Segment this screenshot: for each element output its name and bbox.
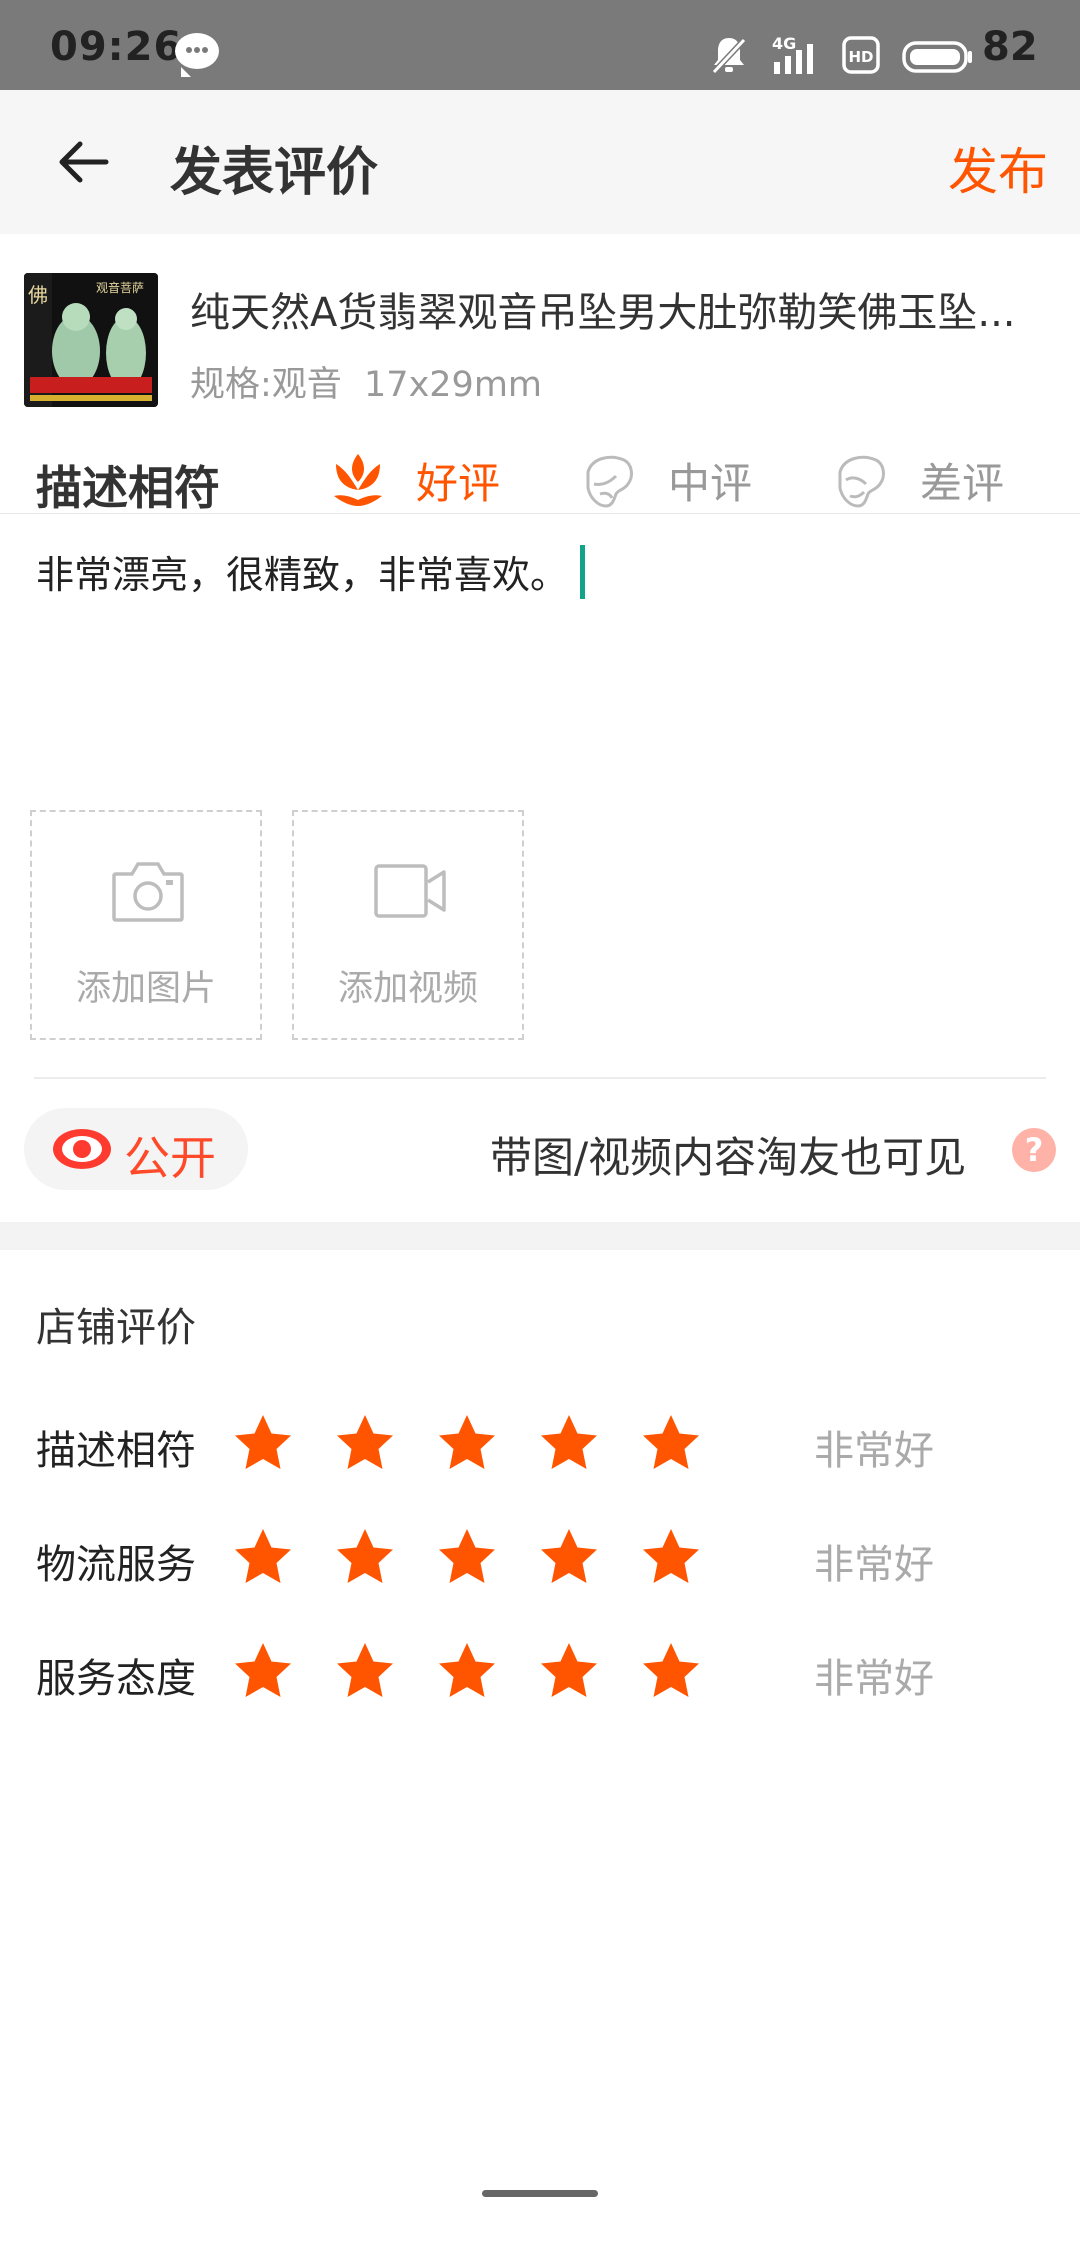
- content-divider: [34, 1077, 1046, 1079]
- flower-good-icon: [334, 454, 382, 506]
- rating-bad-label: 差评: [920, 458, 1005, 508]
- battery-icon: [902, 41, 972, 73]
- star-icon[interactable]: [538, 1412, 600, 1474]
- star-icon[interactable]: [538, 1526, 600, 1588]
- star-icon[interactable]: [232, 1412, 294, 1474]
- rating-good-label: 好评: [416, 458, 501, 508]
- svg-text:HD: HD: [848, 48, 873, 66]
- hd-icon: HD: [842, 36, 880, 74]
- star-icon[interactable]: [334, 1412, 396, 1474]
- score-row-text: 非常好: [814, 1656, 934, 1702]
- review-textarea[interactable]: 非常漂亮，很精致，非常喜欢。: [36, 544, 586, 599]
- score-row-label: 服务态度: [36, 1656, 196, 1702]
- star-icon[interactable]: [538, 1640, 600, 1702]
- star-rating[interactable]: [232, 1526, 742, 1588]
- star-icon[interactable]: [334, 1640, 396, 1702]
- public-toggle[interactable]: 公开: [24, 1108, 248, 1190]
- thumb-label-left: 佛: [28, 283, 48, 307]
- star-icon[interactable]: [640, 1640, 702, 1702]
- header-bar: [0, 90, 1080, 234]
- status-time: 09:26: [50, 24, 183, 70]
- add-image-label: 添加图片: [75, 969, 216, 1009]
- rating-divider: [0, 513, 1080, 514]
- star-rating[interactable]: [232, 1640, 742, 1702]
- star-icon[interactable]: [436, 1640, 498, 1702]
- star-icon[interactable]: [436, 1526, 498, 1588]
- battery-level: 82: [982, 24, 1038, 70]
- rating-bad-option[interactable]: 差评: [832, 448, 1004, 512]
- camera-icon: [112, 862, 184, 922]
- star-icon[interactable]: [232, 1640, 294, 1702]
- product-title[interactable]: 纯天然A货翡翠观音吊坠男大肚弥勒笑佛玉坠...: [190, 280, 1050, 338]
- home-indicator[interactable]: [482, 2190, 598, 2197]
- thumb-label-right: 观音菩萨: [96, 281, 145, 295]
- video-camera-icon: [374, 864, 446, 918]
- star-rating[interactable]: [232, 1412, 742, 1474]
- product-spec: 规格:观音 17x29mm: [190, 365, 543, 405]
- page-title: 发表评价: [170, 143, 379, 203]
- review-text: 非常漂亮，很精致，非常喜欢。: [36, 553, 569, 597]
- score-row-label: 物流服务: [36, 1542, 196, 1588]
- score-row-label: 描述相符: [36, 1428, 196, 1474]
- text-caret: [580, 544, 586, 599]
- back-arrow-icon[interactable]: [56, 134, 112, 190]
- add-video-label: 添加视频: [337, 969, 478, 1009]
- face-bad-icon: [838, 455, 885, 508]
- mute-icon: [711, 37, 747, 75]
- chat-bubble-icon: [175, 33, 219, 77]
- star-icon[interactable]: [640, 1526, 702, 1588]
- public-label: 公开: [124, 1131, 216, 1185]
- section-separator: [0, 1222, 1080, 1250]
- signal-icon: [774, 44, 813, 74]
- face-mid-icon: [586, 455, 633, 508]
- add-video-button[interactable]: 添加视频: [292, 810, 524, 1040]
- add-image-button[interactable]: 添加图片: [30, 810, 262, 1040]
- shop-rating-title: 店铺评价: [36, 1305, 196, 1351]
- eye-icon: [53, 1129, 111, 1169]
- rating-mid-option[interactable]: 中评: [580, 448, 752, 512]
- rating-label: 描述相符: [36, 461, 220, 515]
- score-row-text: 非常好: [814, 1542, 934, 1588]
- rating-mid-label: 中评: [668, 458, 753, 508]
- star-icon[interactable]: [232, 1526, 294, 1588]
- rating-good-option[interactable]: 好评: [328, 448, 500, 512]
- star-icon[interactable]: [640, 1412, 702, 1474]
- publish-button[interactable]: 发布: [948, 132, 1048, 204]
- star-icon[interactable]: [334, 1526, 396, 1588]
- score-row-text: 非常好: [814, 1428, 934, 1474]
- help-icon[interactable]: ?: [1012, 1128, 1056, 1172]
- visibility-note: 带图/视频内容淘友也可见: [490, 1133, 967, 1182]
- star-icon[interactable]: [436, 1412, 498, 1474]
- product-thumbnail: 佛 观音菩萨: [24, 273, 158, 407]
